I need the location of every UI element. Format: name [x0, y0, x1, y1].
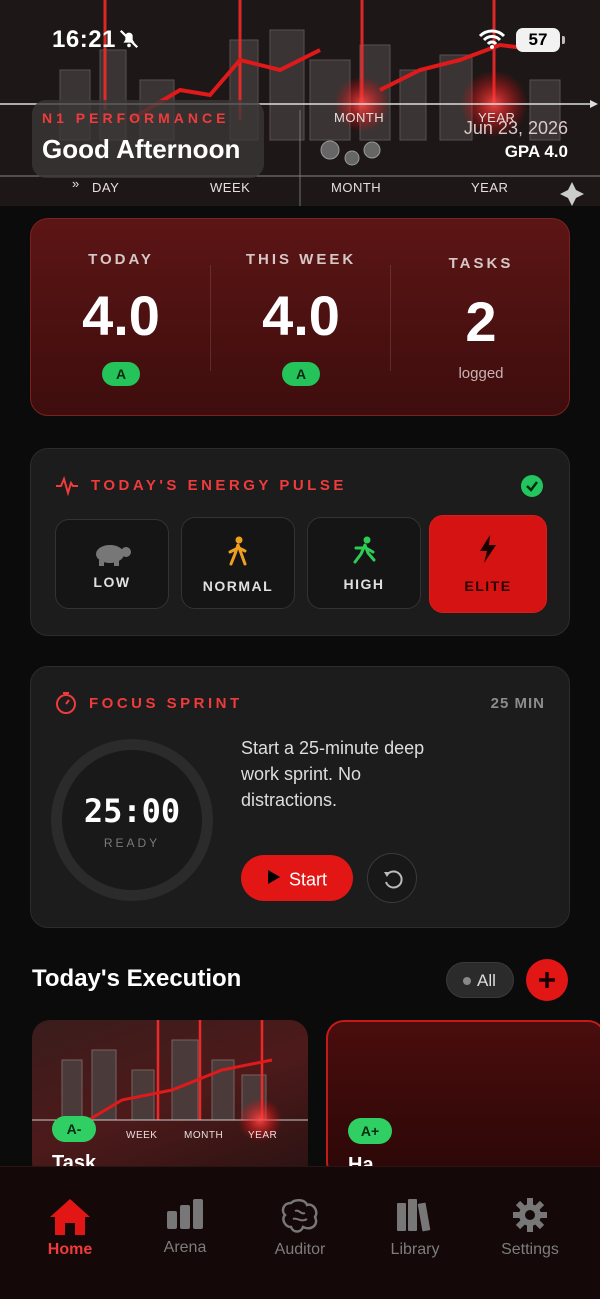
tab-settings[interactable]: Settings [480, 1197, 580, 1259]
tab-auditor[interactable]: Auditor [250, 1197, 350, 1259]
hero-date: Jun 23, 2026 [463, 118, 568, 138]
filter-all-button[interactable]: All [446, 962, 514, 998]
gear-icon [480, 1197, 580, 1237]
add-task-button[interactable] [526, 959, 568, 1001]
tab-auditor-label: Auditor [274, 1241, 326, 1258]
stat-tasks: TASKS 2 logged [391, 219, 571, 417]
hero-label-day: DAY [92, 180, 120, 195]
task-label-year: YEAR [248, 1130, 278, 1141]
energy-option-normal[interactable]: NORMAL [181, 517, 295, 609]
stat-week-value: 4.0 [262, 284, 340, 347]
brand-name: N1 PERFORMANCE [42, 110, 230, 126]
timer-icon [55, 691, 77, 720]
start-button[interactable]: Start [241, 855, 353, 901]
gpa-stats-card[interactable]: TODAY 4.0 A THIS WEEK 4.0 A TASKS 2 logg… [30, 218, 570, 416]
greeting-text: Good Afternoon [42, 134, 241, 164]
start-button-label: Start [288, 869, 327, 890]
hero-gpa: GPA 4.0 [504, 142, 568, 161]
task-card[interactable]: WEEK MONTH YEAR A- Task [32, 1020, 308, 1180]
hero-label-week: WEEK [210, 180, 251, 195]
stat-today-value: 4.0 [82, 284, 160, 347]
pulse-icon [55, 475, 79, 502]
task-label-week: WEEK [126, 1130, 158, 1141]
stat-week-title: THIS WEEK [245, 251, 357, 268]
energy-option-elite[interactable]: ELITE [429, 515, 547, 613]
energy-option-low[interactable]: LOW [55, 519, 169, 609]
stat-today-grade: A [102, 362, 140, 386]
focus-duration: 25 MIN [490, 695, 545, 712]
running-icon [308, 536, 420, 566]
energy-option-low-label: LOW [93, 574, 131, 590]
energy-option-high[interactable]: HIGH [307, 517, 421, 609]
focus-sprint-card: FOCUS SPRINT 25 MIN 25:00 READY Start a … [30, 666, 570, 928]
stat-today: TODAY 4.0 A [31, 219, 211, 417]
focus-description: Start a 25-minute deep work sprint. No d… [241, 738, 425, 810]
stat-tasks-value: 2 [465, 290, 497, 353]
energy-pulse-card: TODAY'S ENERGY PULSE LOW NORMAL HIGH ELI… [30, 448, 570, 636]
task-grade-badge: A+ [348, 1118, 392, 1144]
focus-title: FOCUS SPRINT [89, 695, 243, 712]
lightning-icon [430, 534, 546, 564]
bottom-tab-bar: Home Arena Auditor Library Settings [0, 1166, 600, 1299]
hero-label-month: MONTH [331, 180, 382, 195]
home-icon [20, 1197, 120, 1237]
books-icon [365, 1197, 465, 1237]
timer-display: 25:00 [83, 792, 181, 830]
reset-icon [381, 867, 405, 896]
tab-settings-label: Settings [501, 1241, 559, 1258]
tab-arena[interactable]: Arena [135, 1197, 235, 1257]
hero-label-month-top: MONTH [334, 110, 385, 125]
energy-title: TODAY'S ENERGY PULSE [91, 477, 347, 494]
play-icon [267, 856, 281, 902]
energy-option-elite-label: ELITE [464, 578, 512, 594]
hero-banner: 16:21 57 MONTH YEAR Jun 23, 2026 GPA 4.0… [0, 0, 600, 206]
check-icon [521, 475, 543, 497]
plus-icon [537, 970, 557, 995]
wifi-icon [478, 28, 506, 55]
tab-home-label: Home [47, 1241, 93, 1258]
task-label-month: MONTH [184, 1130, 224, 1141]
filter-dot-icon [463, 977, 471, 985]
task-card[interactable]: A+ Ha [326, 1020, 600, 1180]
brain-icon [250, 1197, 350, 1237]
stat-today-title: TODAY [88, 251, 154, 268]
task-grade-badge: A- [52, 1116, 96, 1142]
filter-label: All [477, 971, 496, 990]
status-bar: 16:21 57 [0, 22, 600, 62]
stat-tasks-title: TASKS [448, 255, 514, 272]
timer-state: READY [103, 836, 161, 850]
execution-title: Today's Execution [32, 965, 242, 992]
stat-week-grade: A [282, 362, 320, 386]
tab-home[interactable]: Home [20, 1197, 120, 1259]
timer-ring: 25:00 READY [51, 739, 213, 901]
hero-label-year: YEAR [471, 180, 509, 195]
energy-option-normal-label: NORMAL [202, 578, 274, 594]
greeting-card: N1 PERFORMANCE Good Afternoon [32, 100, 264, 178]
tab-library[interactable]: Library [365, 1197, 465, 1259]
tab-arena-label: Arena [163, 1239, 207, 1256]
walking-icon [182, 536, 294, 566]
hero-chevron-icon: » [72, 176, 80, 191]
battery-indicator: 57 [516, 28, 565, 52]
bar-chart-icon [135, 1197, 235, 1237]
turtle-icon [56, 538, 168, 568]
reset-button[interactable] [367, 853, 417, 903]
stat-week: THIS WEEK 4.0 A [211, 219, 391, 417]
tab-library-label: Library [390, 1241, 440, 1258]
silent-bell-icon [118, 28, 140, 55]
status-time: 16:21 [52, 26, 116, 53]
energy-option-high-label: HIGH [343, 576, 385, 592]
stat-tasks-sub: logged [458, 365, 504, 382]
